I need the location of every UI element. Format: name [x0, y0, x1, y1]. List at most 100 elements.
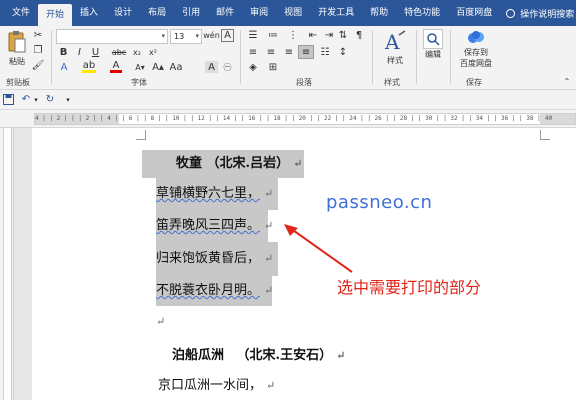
undo-icon[interactable]: ↶ — [20, 93, 32, 106]
font-group-label: 字体 — [131, 78, 147, 87]
paragraph-mark: ↵ — [266, 379, 276, 392]
borders-icon[interactable]: ⊞ — [266, 61, 280, 73]
quick-access-toolbar: ↶ ▾ ↻ ▾ — [0, 90, 576, 110]
paragraph-mark: ↵ — [336, 349, 346, 362]
tab-baidu-netdisk[interactable]: 百度网盘 — [448, 0, 500, 26]
poem1-line-text: 笛弄晚风三四声。 — [156, 218, 261, 233]
decrease-indent-icon[interactable]: ⇤ — [306, 29, 320, 41]
line-spacing-icon[interactable]: ↕ — [336, 46, 350, 58]
numbering-icon[interactable]: ≔ — [266, 29, 280, 41]
poem2-line[interactable]: 京口瓜洲一水间， ↵ — [158, 374, 275, 393]
superscript-icon[interactable]: x² — [147, 46, 159, 58]
poem1-title-line[interactable]: 牧童 （北宋.吕岩） ↵ — [142, 150, 304, 178]
paragraph-mark: ↵ — [264, 187, 274, 200]
horizontal-ruler[interactable]: 4 | | 2 | | | 2 | | 4 | | 6 | | 8 | | 10… — [0, 110, 576, 128]
group-divider — [450, 30, 451, 84]
font-color-icon[interactable]: A — [110, 60, 122, 73]
poem1-line[interactable]: 不脱蓑衣卧月明。 ↵ — [156, 276, 273, 306]
poem1-line-text: 归来饱饭黄昏后， — [156, 251, 261, 266]
poem1-line[interactable]: 草铺横野六七里， ↵ — [156, 178, 278, 210]
editing-label: 编辑 — [425, 50, 441, 59]
paragraph-mark: ↵ — [264, 252, 274, 265]
align-center-icon[interactable]: ≡ — [264, 46, 278, 58]
editing-button[interactable]: 编辑 — [420, 29, 446, 60]
justify-icon[interactable]: ≡ — [298, 45, 314, 59]
tab-references[interactable]: 引用 — [174, 0, 208, 26]
save-icon[interactable] — [2, 93, 14, 106]
search-icon — [423, 29, 443, 49]
enclose-characters-icon[interactable]: ㊀ — [221, 61, 234, 73]
poem1-line-text: 不脱蓑衣卧月明。 — [156, 283, 261, 298]
group-divider — [51, 30, 52, 84]
tab-special-features[interactable]: 特色功能 — [396, 0, 448, 26]
save-label-line2: 百度网盘 — [460, 59, 492, 68]
poem1-line-text: 草铺横野六七里， — [156, 186, 261, 201]
tab-layout[interactable]: 布局 — [140, 0, 174, 26]
format-painter-icon[interactable]: 🖌 — [32, 59, 45, 71]
font-size-select[interactable]: 13 ▾ — [170, 29, 202, 44]
save-group-label: 保存 — [466, 78, 482, 87]
italic-icon[interactable]: I — [74, 46, 85, 58]
tab-mailings[interactable]: 邮件 — [208, 0, 242, 26]
paragraph-mark: ↵ — [293, 157, 303, 170]
sort-icon[interactable]: ⇅ — [336, 29, 350, 41]
character-shading-icon[interactable]: A — [205, 61, 218, 73]
increase-indent-icon[interactable]: ⇥ — [322, 29, 336, 41]
tell-me-label: 操作说明搜索 — [520, 9, 575, 20]
bullets-icon[interactable]: ☰ — [246, 29, 260, 41]
tab-file[interactable]: 文件 — [4, 0, 38, 26]
group-divider — [240, 30, 241, 84]
tab-design[interactable]: 设计 — [106, 0, 140, 26]
align-left-icon[interactable]: ≡ — [246, 46, 260, 58]
multilevel-list-icon[interactable]: ⋮ — [286, 29, 300, 41]
tab-view[interactable]: 视图 — [276, 0, 310, 26]
tab-help[interactable]: 帮助 — [362, 0, 396, 26]
chevron-down-icon[interactable]: ▾ — [32, 93, 40, 106]
tab-home[interactable]: 开始 — [38, 4, 73, 26]
tab-insert[interactable]: 插入 — [72, 0, 106, 26]
vertical-ruler[interactable] — [0, 128, 14, 400]
tab-review[interactable]: 审阅 — [242, 0, 276, 26]
styles-icon: A — [384, 30, 406, 54]
poem1-line[interactable]: 归来饱饭黄昏后， ↵ — [156, 242, 278, 276]
underline-icon[interactable]: U — [90, 46, 101, 58]
ruler-strip: 4 | | 2 | | | 2 | | 4 | | 6 | | 8 | | 10… — [34, 113, 576, 125]
shading-icon[interactable]: ◈ — [246, 61, 260, 73]
strikethrough-icon[interactable]: abc — [112, 46, 126, 58]
svg-text:A: A — [384, 30, 400, 53]
group-divider — [372, 30, 373, 84]
bold-icon[interactable]: B — [58, 46, 69, 58]
collapse-ribbon-icon[interactable]: ⌃ — [562, 76, 572, 86]
styles-button[interactable]: A 样式 — [378, 29, 412, 66]
styles-label: 样式 — [387, 56, 403, 65]
poem2-title-line[interactable]: 泊船瓜洲 （北宋.王安石） ↵ — [172, 344, 345, 363]
save-to-baidu-button[interactable]: 保存到 百度网盘 — [454, 29, 498, 69]
redo-icon[interactable]: ↻ — [44, 93, 56, 106]
shrink-font-icon[interactable]: A▾ — [134, 61, 146, 73]
group-divider — [416, 30, 417, 84]
cut-icon[interactable]: ✂ — [32, 29, 44, 41]
tell-me-search[interactable]: 操作说明搜索 — [506, 7, 574, 20]
empty-paragraph[interactable]: ↵ — [156, 314, 165, 329]
text-effects-icon[interactable]: A — [58, 61, 70, 73]
show-marks-icon[interactable]: ¶ — [352, 29, 366, 41]
paste-button[interactable]: 粘贴 — [4, 30, 30, 67]
annotation-arrow — [284, 224, 353, 273]
customize-toolbar-icon[interactable]: ▾ — [64, 93, 72, 106]
vertical-ruler-strip — [3, 128, 12, 400]
ruler-numbers: 4 | | 2 | | | 2 | | 4 | | 6 | | 8 | | 10… — [35, 115, 541, 122]
font-name-select[interactable]: ▾ — [56, 29, 168, 44]
change-case-icon[interactable]: Aa — [170, 61, 183, 73]
copy-icon[interactable]: ❐ — [32, 44, 44, 56]
phonetic-guide-icon[interactable]: wén — [203, 29, 220, 42]
poem1-line[interactable]: 笛弄晚风三四声。 ↵ — [156, 210, 273, 242]
align-right-icon[interactable]: ≡ — [282, 46, 296, 58]
clipboard-group-label: 剪贴板 — [6, 78, 30, 87]
tab-developer[interactable]: 开发工具 — [310, 0, 362, 26]
distributed-icon[interactable]: ☷ — [318, 46, 332, 58]
highlight-icon[interactable]: ab — [82, 60, 96, 73]
grow-font-icon[interactable]: A▴ — [152, 61, 164, 73]
subscript-icon[interactable]: x₂ — [131, 46, 143, 58]
character-border-icon[interactable]: A — [221, 29, 234, 42]
annotation-label: 选中需要打印的部分 — [337, 278, 482, 297]
